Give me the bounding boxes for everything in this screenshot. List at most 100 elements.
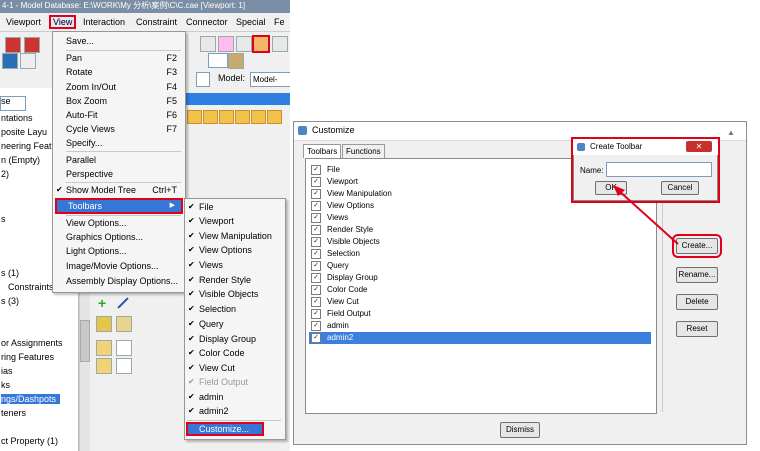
toolbar-item-color-code[interactable]: ✔ Color Code (188, 346, 283, 360)
dashpot-icon[interactable] (96, 358, 112, 374)
list-item[interactable]: ✓ Selection (309, 248, 651, 260)
toolbar-item-render-style[interactable]: ✔ Render Style (188, 273, 283, 287)
checkbox[interactable]: ✓ (311, 321, 321, 331)
step-icon[interactable] (203, 110, 218, 124)
close-icon[interactable]: ✕ (686, 141, 712, 152)
toolbar-item-admin[interactable]: ✔ admin (188, 390, 283, 404)
menu-item-assembly-display-options[interactable]: Assembly Display Options... (66, 274, 183, 288)
checkbox[interactable]: ✓ (311, 213, 321, 223)
dismiss-button[interactable]: Dismiss (500, 422, 540, 438)
tree-item-selected[interactable]: ngs/Dashpots (1, 394, 61, 404)
menu-item-show-model-tree[interactable]: ✔ Show Model Tree Ctrl+T (56, 183, 183, 197)
add-icon[interactable]: + (98, 295, 106, 311)
tree-item[interactable]: se (1, 96, 11, 106)
list-item[interactable]: ✓ Visible Objects (309, 236, 651, 248)
toolbar-item-display-group[interactable]: ✔ Display Group (188, 332, 283, 346)
tree-item[interactable]: Constraints (8, 282, 54, 292)
menu-item-perspective[interactable]: Perspective (66, 167, 183, 181)
rename-button[interactable]: Rename... (676, 267, 718, 283)
menu-item-box-zoom[interactable]: Box Zoom F5 (66, 94, 183, 108)
menu-view[interactable]: View (49, 15, 77, 29)
menu-item-graphics-options[interactable]: Graphics Options... (66, 230, 183, 244)
mesh-icon[interactable] (116, 316, 132, 332)
tree-item[interactable]: ias (1, 366, 13, 376)
highlighted-icon[interactable] (252, 35, 270, 53)
toolbar-item-file[interactable]: ✔ File (188, 200, 283, 214)
toolbar-name-input[interactable] (606, 162, 712, 177)
checkbox[interactable]: ✓ (311, 237, 321, 247)
tree-item[interactable]: ks (1, 380, 10, 390)
tab-toolbars[interactable]: Toolbars (303, 144, 342, 158)
render-style-icon[interactable] (228, 53, 244, 69)
query-icon[interactable] (20, 53, 36, 69)
delete-button[interactable]: Delete (676, 294, 718, 310)
checkbox[interactable]: ✓ (311, 249, 321, 259)
toolbar-item-view-options[interactable]: ✔ View Options (188, 243, 283, 257)
checkbox[interactable]: ✓ (311, 297, 321, 307)
file-icon[interactable] (5, 37, 21, 53)
checkbox[interactable]: ✓ (311, 201, 321, 211)
camera-icon[interactable] (2, 53, 18, 69)
checkbox[interactable]: ✓ (311, 225, 321, 235)
tree-item[interactable]: ct Property (1) (1, 436, 58, 446)
menu-constraint[interactable]: Constraint (136, 17, 177, 27)
menu-item-light-options[interactable]: Light Options... (66, 244, 183, 258)
step-icon[interactable] (219, 110, 234, 124)
cancel-button[interactable]: Cancel (661, 181, 699, 195)
box-zoom-icon[interactable] (218, 36, 234, 52)
tree-item[interactable]: n (Empty) (1, 155, 40, 165)
tree-scroll-thumb[interactable] (80, 320, 90, 362)
scroll-up-icon[interactable]: ▲ (727, 124, 739, 138)
ok-button[interactable]: OK (595, 181, 627, 195)
render-combo[interactable] (208, 53, 228, 68)
checkbox[interactable]: ✓ (311, 165, 321, 175)
rotate-icon[interactable] (236, 36, 252, 52)
tab-functions[interactable]: Functions (342, 144, 385, 158)
menu-item-save[interactable]: Save... (66, 34, 183, 48)
toolbar-item-viewport[interactable]: ✔ Viewport (188, 214, 283, 228)
menu-item-rotate[interactable]: Rotate F3 (66, 65, 183, 79)
module-combo[interactable] (196, 72, 210, 87)
tree-item[interactable]: 2) (1, 169, 9, 179)
save-icon[interactable] (24, 37, 40, 53)
checkbox[interactable]: ✓ (311, 273, 321, 283)
menu-item-view-options[interactable]: View Options... (66, 216, 183, 230)
tree-item[interactable]: posite Layu (1, 127, 47, 137)
step-icon[interactable] (251, 110, 266, 124)
menu-item-cycle-views[interactable]: Cycle Views F7 (66, 122, 183, 136)
menu-feature[interactable]: Fe (274, 17, 285, 27)
checkbox[interactable]: ✓ (311, 177, 321, 187)
menu-item-parallel[interactable]: Parallel (66, 153, 183, 167)
checkbox[interactable]: ✓ (311, 189, 321, 199)
menu-item-pan[interactable]: Pan F2 (66, 51, 183, 65)
menu-connector[interactable]: Connector (186, 17, 228, 27)
step-icon[interactable] (267, 110, 282, 124)
toolbar-item-view-manipulation[interactable]: ✔ View Manipulation (188, 229, 283, 243)
menu-item-specify[interactable]: Specify... (66, 136, 183, 150)
view-icon[interactable] (200, 36, 216, 52)
list-item[interactable]: ✓ Render Style (309, 224, 651, 236)
list-item-selected[interactable]: ✓ admin2 (309, 332, 651, 344)
toolbar-item-admin2[interactable]: ✔ admin2 (188, 404, 283, 418)
model-combo[interactable]: Model- (250, 72, 290, 87)
toolbar-item-view-cut[interactable]: ✔ View Cut (188, 361, 283, 375)
menu-item-auto-fit[interactable]: Auto-Fit F6 (66, 108, 183, 122)
toolbar-item-visible-objects[interactable]: ✔ Visible Objects (188, 287, 283, 301)
tree-item[interactable]: teners (1, 408, 26, 418)
connector-icon[interactable] (96, 340, 112, 356)
tree-item[interactable]: ntations (1, 113, 33, 123)
checkbox[interactable]: ✓ (311, 309, 321, 319)
menu-special[interactable]: Special (236, 17, 266, 27)
list-item[interactable]: ✓ Query (309, 260, 651, 272)
tree-item[interactable]: s (1, 214, 6, 224)
tree-item[interactable]: or Assignments (1, 338, 63, 348)
checkbox[interactable]: ✓ (311, 285, 321, 295)
create-button[interactable]: Create... (672, 234, 722, 258)
step-icon[interactable] (235, 110, 250, 124)
grid-icon[interactable] (96, 316, 112, 332)
step-icon[interactable] (187, 110, 202, 124)
list-item[interactable]: ✓ View Cut (309, 296, 651, 308)
tree-item[interactable]: ring Features (1, 352, 54, 362)
toolbar-item-views[interactable]: ✔ Views (188, 258, 283, 272)
toolbar-item-selection[interactable]: ✔ Selection (188, 302, 283, 316)
